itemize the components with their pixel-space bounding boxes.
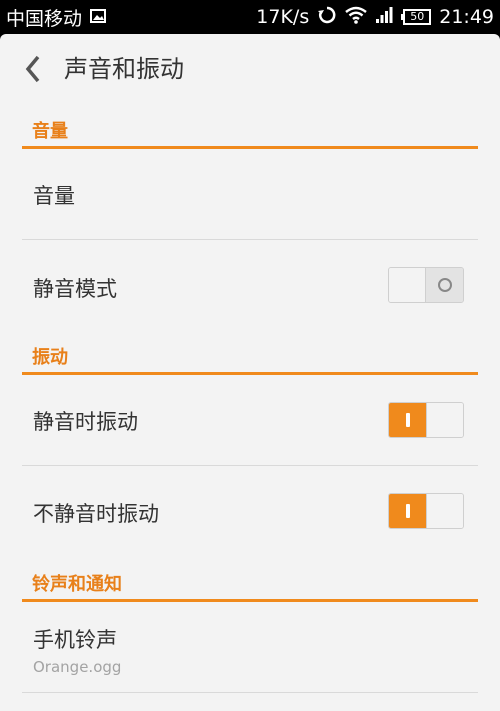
toggle-track-right xyxy=(426,403,463,437)
setting-row-volume[interactable]: 音量 xyxy=(22,149,478,240)
carrier-name: 中国移动 xyxy=(6,7,83,30)
vibrate-not-silent-label: 不静音时振动 xyxy=(33,502,159,526)
toggle-on-icon xyxy=(405,413,410,427)
silent-mode-label: 静音模式 xyxy=(33,277,117,301)
phone-ringtone-label: 手机铃声 xyxy=(33,628,117,652)
settings-panel: 声音和振动 音量 音量 静音模式 振动 静音时振动 不静音时振动 铃声和通知 手… xyxy=(0,34,500,711)
section-title-volume: 音量 xyxy=(32,121,68,142)
wifi-icon xyxy=(345,6,368,29)
volume-label: 音量 xyxy=(33,184,75,208)
vibrate-silent-label: 静音时振动 xyxy=(33,410,138,434)
toggle-track-right xyxy=(426,494,463,528)
silent-mode-toggle[interactable] xyxy=(388,267,464,303)
toggle-on-icon xyxy=(405,504,410,518)
setting-row-silent-mode[interactable]: 静音模式 xyxy=(22,240,478,337)
vibrate-silent-toggle[interactable] xyxy=(388,402,464,438)
vibrate-not-silent-toggle[interactable] xyxy=(388,493,464,529)
status-time: 21:49 xyxy=(439,6,494,28)
toggle-track-left xyxy=(389,494,426,528)
toggle-off-icon xyxy=(437,278,452,292)
header: 声音和振动 xyxy=(0,34,500,104)
gallery-icon xyxy=(90,6,107,28)
status-right: 17K/s 50 21:49 xyxy=(256,5,494,29)
toggle-track-right xyxy=(426,268,463,302)
phone-ringtone-value: Orange.ogg xyxy=(33,658,122,676)
section-header-ringtones: 铃声和通知 xyxy=(22,566,478,602)
battery-level: 50 xyxy=(410,10,425,23)
section-header-volume: 音量 xyxy=(22,113,478,149)
section-header-vibration: 振动 xyxy=(22,339,478,375)
status-bar: 中国移动 17K/s 50 21:49 xyxy=(0,0,500,34)
chevron-left-icon[interactable] xyxy=(20,52,48,86)
section-title-ringtones: 铃声和通知 xyxy=(32,574,122,595)
setting-row-phone-ringtone[interactable]: 手机铃声 Orange.ogg xyxy=(22,602,478,693)
section-title-vibration: 振动 xyxy=(32,347,68,368)
signal-icon xyxy=(375,6,393,29)
sync-icon xyxy=(317,5,337,30)
status-left: 中国移动 xyxy=(6,5,107,30)
setting-row-vibrate-silent[interactable]: 静音时振动 xyxy=(22,375,478,466)
net-speed: 17K/s xyxy=(256,6,310,28)
toggle-track-left xyxy=(389,268,426,302)
toggle-track-left xyxy=(389,403,426,437)
page-title: 声音和振动 xyxy=(64,55,184,83)
battery-icon: 50 xyxy=(401,8,432,26)
setting-row-vibrate-not-silent[interactable]: 不静音时振动 xyxy=(22,466,478,563)
